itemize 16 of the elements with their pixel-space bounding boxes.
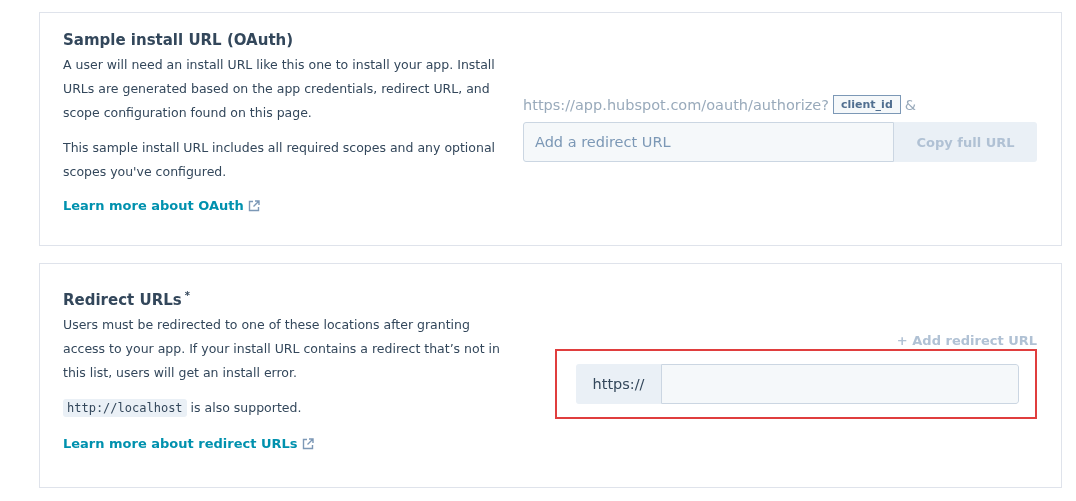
url-text: & xyxy=(904,96,917,113)
external-link-icon xyxy=(301,437,314,450)
redirect-url-field[interactable]: Add a redirect URL xyxy=(523,122,894,162)
required-mark: * xyxy=(184,290,190,301)
description-text: This sample install URL includes all required scopes and any optional scopes you've configured. xyxy=(63,139,497,181)
description-text: is also supported. xyxy=(190,400,302,415)
parameter-tag: client_id xyxy=(833,95,901,114)
section-title: Redirect URLs $^{*}$ xyxy=(63,290,191,309)
learn-more-link[interactable]: Learn more about redirect URLs xyxy=(63,436,314,451)
code-snippet: http://localhost xyxy=(63,399,187,417)
external-link-icon xyxy=(247,199,260,212)
url-text: https://app.hubspot.com/oauth/authorize? xyxy=(523,96,829,113)
description-text: A user will need an install URL like this one to install your app. Install URLs are generated based on the app credentials, redirect URL, and scope configuration found on this page. xyxy=(63,56,496,122)
description-text: Users must be redirected to one of these locations after granting access to your app. If your install URL contains a redirect that’s not in this list, users will get an install error. xyxy=(63,316,501,382)
section-title: Sample install URL (OAuth) xyxy=(63,31,295,49)
learn-more-link[interactable]: Learn more about OAuth xyxy=(63,198,260,213)
